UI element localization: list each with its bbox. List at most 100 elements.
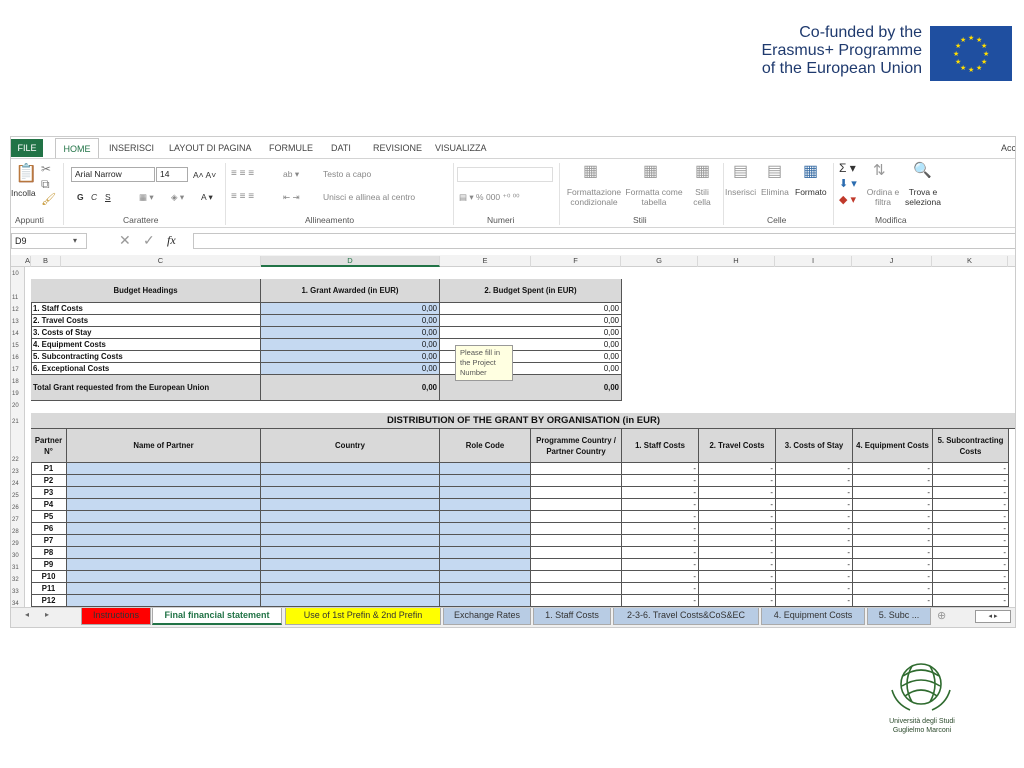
staff-costs-cell[interactable]: - (622, 487, 699, 499)
col-header-h[interactable]: H (698, 256, 775, 267)
travel-costs-cell[interactable]: - (699, 499, 776, 511)
total-grant-awarded[interactable]: 0,00 (261, 375, 440, 401)
staff-costs-cell[interactable]: - (622, 523, 699, 535)
paste-button[interactable]: Incolla (11, 188, 36, 198)
indent-icon[interactable]: ⇤ ⇥ (283, 192, 300, 202)
budget-row-label[interactable]: 3. Costs of Stay (31, 327, 261, 339)
programme-country-cell[interactable] (531, 535, 622, 547)
align-top-icon[interactable]: ≡ ≡ ≡ (231, 169, 254, 179)
partner-name-cell[interactable] (67, 499, 261, 511)
bold-button[interactable]: G (77, 192, 84, 202)
cancel-icon[interactable]: ✕ (119, 232, 131, 249)
partner-number-cell[interactable]: P4 (31, 499, 67, 511)
costs-of-stay-cell[interactable]: - (776, 487, 853, 499)
format-cells-icon[interactable]: ▦ (803, 161, 818, 181)
row-header[interactable]: 27 (11, 517, 25, 523)
sheet-tab-subcontracting[interactable]: 5. Subc ... (867, 608, 931, 625)
autosum-icon[interactable]: Σ ▾ (839, 162, 856, 174)
col-header-c[interactable]: C (61, 256, 261, 267)
font-size-select[interactable]: 14 (156, 167, 188, 182)
programme-country-cell[interactable] (531, 523, 622, 535)
row-header[interactable]: 29 (11, 541, 25, 547)
equipment-costs-cell[interactable]: - (853, 547, 933, 559)
grant-awarded-cell[interactable]: 0,00 (261, 303, 440, 315)
staff-costs-cell[interactable]: - (622, 535, 699, 547)
row-header[interactable]: 14 (11, 331, 25, 337)
row-header[interactable]: 17 (11, 367, 25, 373)
scroll-tabs-right-icon[interactable]: ▸ (45, 610, 49, 619)
role-code-cell[interactable] (440, 559, 531, 571)
country-cell[interactable] (261, 499, 440, 511)
col-header-k[interactable]: K (932, 256, 1008, 267)
subcontracting-costs-cell[interactable]: - (933, 559, 1009, 571)
align-left-icon[interactable]: ≡ ≡ ≡ (231, 192, 254, 202)
country-cell[interactable] (261, 487, 440, 499)
format-painter-icon[interactable]: 🖌 (41, 192, 56, 206)
budget-spent-cell[interactable]: 0,00 (440, 315, 622, 327)
programme-country-header[interactable]: Programme Country / Partner Country (531, 429, 622, 463)
costs-of-stay-cell[interactable]: - (776, 475, 853, 487)
sort-filter-button[interactable]: Ordina e filtra (865, 187, 901, 207)
role-code-cell[interactable] (440, 595, 531, 607)
country-cell[interactable] (261, 523, 440, 535)
country-cell[interactable] (261, 535, 440, 547)
staff-costs-header[interactable]: 1. Staff Costs (622, 429, 699, 463)
function-icon[interactable]: fx (167, 233, 176, 248)
tab-inserisci[interactable]: INSERISCI (109, 143, 154, 153)
travel-costs-cell[interactable]: - (699, 463, 776, 475)
partner-number-cell[interactable]: P7 (31, 535, 67, 547)
sheet-tab-prefin[interactable]: Use of 1st Prefin & 2nd Prefin (285, 608, 441, 625)
col-header-j[interactable]: J (852, 256, 932, 267)
costs-of-stay-header[interactable]: 3. Costs of Stay (776, 429, 853, 463)
sheet-tab-equipment-costs[interactable]: 4. Equipment Costs (761, 608, 865, 625)
conditional-format-icon[interactable]: ▦ (583, 161, 598, 181)
subcontracting-costs-cell[interactable]: - (933, 487, 1009, 499)
row-header[interactable]: 28 (11, 529, 25, 535)
row-header[interactable]: 22 (11, 457, 25, 463)
country-cell[interactable] (261, 595, 440, 607)
tab-dati[interactable]: DATI (331, 143, 351, 153)
row-header[interactable]: 23 (11, 469, 25, 475)
equipment-costs-cell[interactable]: - (853, 523, 933, 535)
costs-of-stay-cell[interactable]: - (776, 463, 853, 475)
subcontracting-costs-cell[interactable]: - (933, 583, 1009, 595)
partner-number-cell[interactable]: P2 (31, 475, 67, 487)
col-header-f[interactable]: F (531, 256, 621, 267)
tab-visualizza[interactable]: VISUALIZZA (435, 143, 487, 153)
partner-name-cell[interactable] (67, 463, 261, 475)
travel-costs-cell[interactable]: - (699, 595, 776, 607)
col-header-e[interactable]: E (440, 256, 531, 267)
row-header[interactable]: 12 (11, 307, 25, 313)
italic-button[interactable]: C (91, 192, 97, 202)
programme-country-cell[interactable] (531, 571, 622, 583)
insert-cells-icon[interactable]: ▤ (733, 161, 748, 181)
country-cell[interactable] (261, 547, 440, 559)
equipment-costs-cell[interactable]: - (853, 559, 933, 571)
row-header[interactable]: 10 (11, 271, 25, 277)
row-header[interactable]: 15 (11, 343, 25, 349)
budget-spent-cell[interactable]: 0,00 (440, 303, 622, 315)
row-header[interactable]: 33 (11, 589, 25, 595)
budget-row-label[interactable]: 2. Travel Costs (31, 315, 261, 327)
subcontracting-costs-cell[interactable]: - (933, 463, 1009, 475)
currency-icon[interactable]: ▤ ▾ % 000 ⁺⁰ ⁰⁰ (459, 192, 520, 202)
row-header[interactable]: 11 (11, 295, 25, 301)
total-grant-label[interactable]: Total Grant requested from the European … (31, 375, 261, 401)
programme-country-cell[interactable] (531, 475, 622, 487)
role-code-cell[interactable] (440, 499, 531, 511)
find-select-button[interactable]: Trova e seleziona (901, 187, 945, 207)
equipment-costs-cell[interactable]: - (853, 535, 933, 547)
enter-icon[interactable]: ✓ (143, 232, 155, 249)
country-cell[interactable] (261, 511, 440, 523)
sort-filter-icon[interactable]: ⇅ (873, 161, 886, 179)
col-header-b[interactable]: B (31, 256, 61, 267)
travel-costs-cell[interactable]: - (699, 535, 776, 547)
costs-of-stay-cell[interactable]: - (776, 499, 853, 511)
partner-name-cell[interactable] (67, 523, 261, 535)
row-header[interactable]: 16 (11, 355, 25, 361)
equipment-costs-cell[interactable]: - (853, 595, 933, 607)
costs-of-stay-cell[interactable]: - (776, 571, 853, 583)
subcontracting-costs-cell[interactable]: - (933, 523, 1009, 535)
partner-number-cell[interactable]: P9 (31, 559, 67, 571)
borders-icon[interactable]: ▦ ▾ (139, 192, 154, 202)
